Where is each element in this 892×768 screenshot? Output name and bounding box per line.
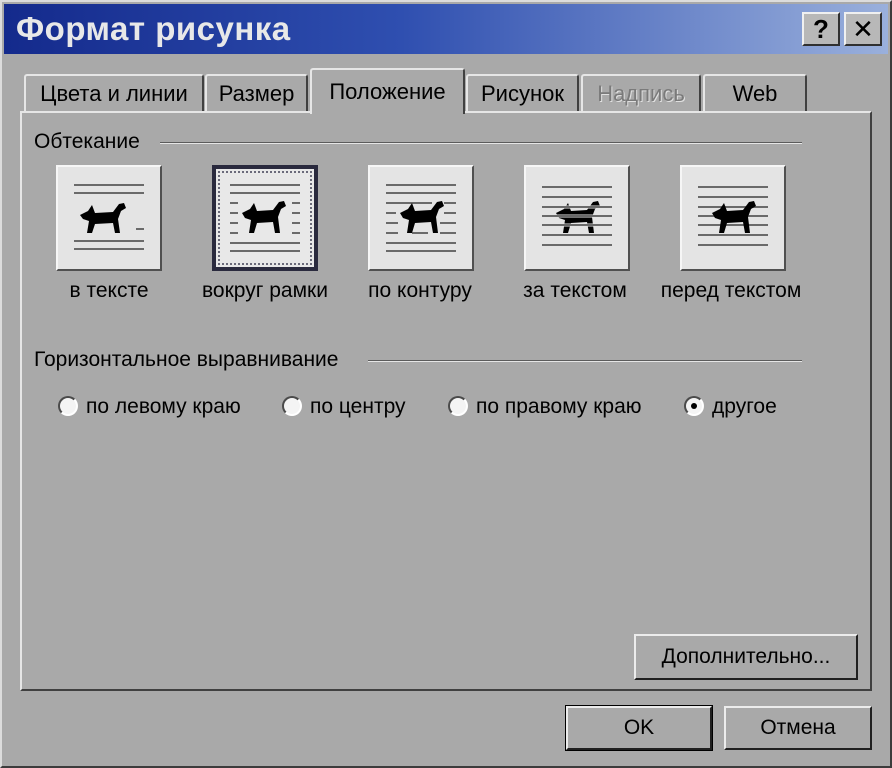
wrap-in-front-label: перед текстом <box>660 279 802 302</box>
tab-colors-and-lines[interactable]: Цвета и линии <box>24 74 204 112</box>
ok-button-label: OK <box>623 716 655 739</box>
inline-with-text-icon <box>74 184 144 250</box>
tab-label: Положение <box>329 79 446 104</box>
wrapping-group-label: Обтекание <box>34 130 150 154</box>
wrap-inline-label: в тексте <box>69 279 149 302</box>
radio-circle <box>282 396 302 416</box>
radio-selected-dot <box>691 403 697 409</box>
tab-layout[interactable]: Положение <box>310 68 465 114</box>
wrap-tight-button[interactable] <box>368 165 474 271</box>
help-icon: ? <box>813 14 829 44</box>
ok-button[interactable]: OK <box>565 705 713 751</box>
radio-label: другое <box>712 395 777 418</box>
wrap-behind-button[interactable] <box>524 165 630 271</box>
advanced-button[interactable]: Дополнительно... <box>634 634 858 680</box>
tight-wrap-icon <box>386 184 456 252</box>
format-picture-dialog: Формат рисунка ? ✕ Цвета и линии Размер … <box>0 0 892 768</box>
tab-web[interactable]: Web <box>703 74 807 112</box>
radio-circle <box>58 396 78 416</box>
cancel-button-label: Отмена <box>760 716 836 739</box>
group-divider <box>160 142 802 144</box>
in-front-of-text-icon <box>698 186 768 246</box>
close-icon: ✕ <box>852 14 874 44</box>
wrap-behind-label: за текстом <box>523 279 627 302</box>
radio-label: по центру <box>310 395 406 418</box>
tab-label: Цвета и линии <box>40 81 188 106</box>
tab-label: Web <box>732 81 778 106</box>
behind-text-icon <box>542 186 612 246</box>
radio-circle <box>448 396 468 416</box>
wrap-tight-label: по контуру <box>368 279 472 302</box>
horizontal-alignment-group-label: Горизонтальное выравнивание <box>34 348 349 372</box>
advanced-button-label: Дополнительно... <box>661 645 831 668</box>
cancel-button[interactable]: Отмена <box>724 706 872 750</box>
radio-circle <box>684 396 704 416</box>
radio-label: по левому краю <box>86 395 241 418</box>
radio-label: по правому краю <box>476 395 642 418</box>
window-title: Формат рисунка <box>16 10 291 47</box>
group-divider <box>368 360 802 362</box>
tab-label: Надпись <box>597 81 685 106</box>
tab-size[interactable]: Размер <box>205 74 308 112</box>
title-bar: Формат рисунка ? ✕ <box>4 4 888 54</box>
tab-label: Рисунок <box>481 81 564 106</box>
square-wrap-icon <box>230 184 300 252</box>
wrap-square-label: вокруг рамки <box>202 279 328 302</box>
wrap-in-front-button[interactable] <box>680 165 786 271</box>
tab-picture[interactable]: Рисунок <box>466 74 579 112</box>
help-button[interactable]: ? <box>802 12 840 46</box>
wrap-square-button[interactable] <box>212 165 318 271</box>
close-button[interactable]: ✕ <box>844 12 882 46</box>
wrap-inline-button[interactable] <box>56 165 162 271</box>
tab-label: Размер <box>218 81 295 106</box>
tab-text-box: Надпись <box>581 74 701 112</box>
